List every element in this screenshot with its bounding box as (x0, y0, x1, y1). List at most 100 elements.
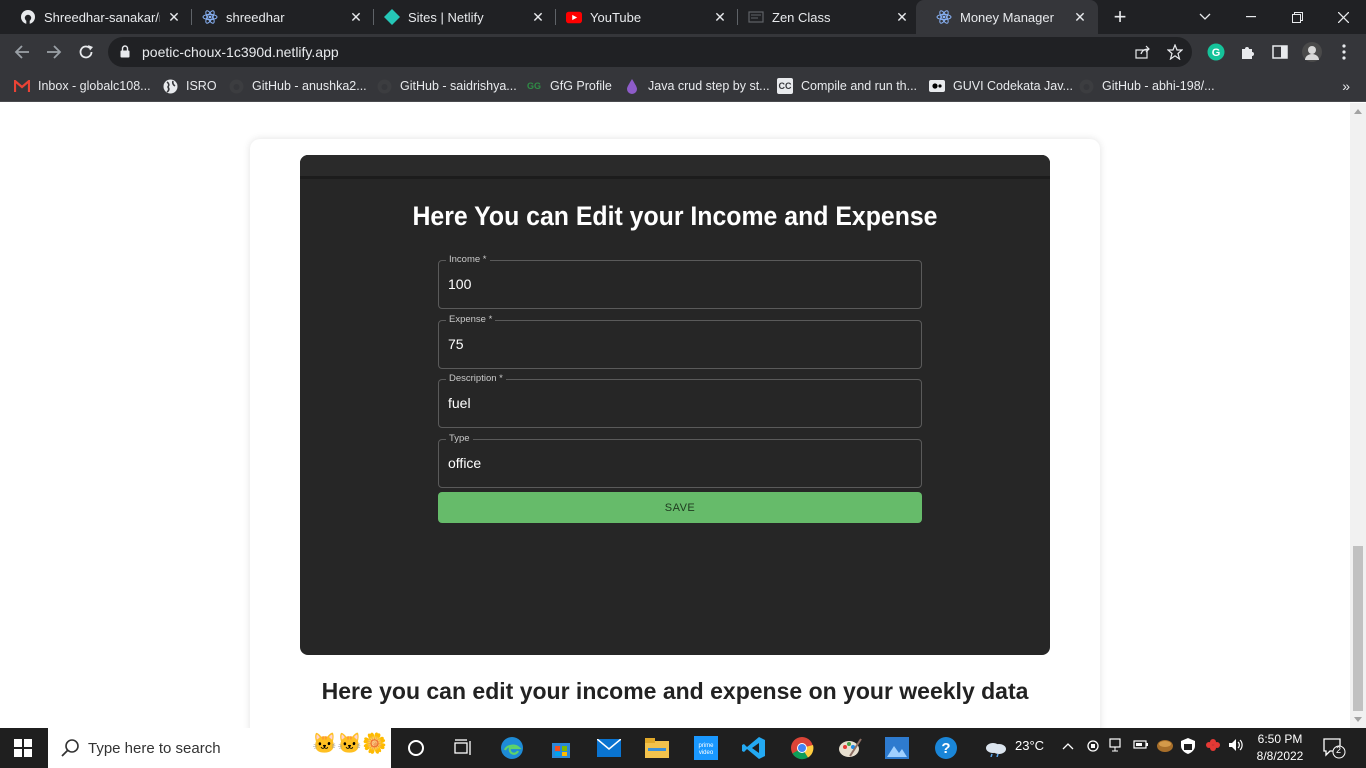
tab-shreedhar[interactable]: shreedhar ✕ (182, 0, 374, 34)
battery-icon[interactable] (1133, 738, 1149, 753)
extensions-puzzle-icon[interactable] (1238, 42, 1258, 62)
vscode-icon[interactable] (742, 736, 766, 760)
more-bookmarks-icon[interactable]: » (1342, 78, 1350, 94)
tray-chevron-icon[interactable] (1062, 738, 1074, 753)
back-arrow-icon[interactable] (8, 38, 36, 66)
description-field[interactable]: Description * (438, 373, 922, 428)
scrollbar-thumb[interactable] (1353, 546, 1363, 711)
file-explorer-icon[interactable] (645, 736, 669, 760)
side-panel-icon[interactable] (1270, 42, 1290, 62)
bookmark-java-crud[interactable]: Java crud step by st... (624, 77, 770, 95)
prime-video-icon[interactable]: prime video (694, 736, 718, 760)
task-view-icon[interactable] (452, 736, 476, 760)
antivirus-icon[interactable] (1205, 738, 1221, 755)
cc-icon: CC (777, 78, 793, 94)
windows-start-icon[interactable] (14, 739, 32, 757)
expense-label: Expense * (446, 314, 496, 326)
close-icon[interactable]: ✕ (166, 9, 182, 25)
bookmark-isro[interactable]: ISRO (162, 77, 217, 95)
github-icon (228, 78, 244, 94)
scroll-up-arrow-icon[interactable] (1354, 109, 1362, 114)
close-icon[interactable]: ✕ (1072, 9, 1088, 25)
type-input[interactable] (448, 455, 908, 471)
volume-icon[interactable] (1228, 738, 1244, 755)
svg-text:?: ? (941, 740, 950, 757)
bookmark-gfg-profile[interactable]: GG GfG Profile (526, 77, 612, 95)
bookmark-github-saidrishya[interactable]: GitHub - saidrishya... (376, 77, 517, 95)
footer-description: Here you can edit your income and expens… (321, 678, 1029, 704)
lock-icon[interactable] (120, 45, 130, 63)
tab-github-repo[interactable]: Shreedhar-sanakar/mo ✕ (0, 0, 192, 34)
address-bar[interactable]: poetic-choux-1c390d.netlify.app (108, 37, 1192, 67)
scroll-down-arrow-icon[interactable] (1354, 717, 1362, 722)
github-icon (376, 78, 392, 94)
security-shield-icon[interactable] (1181, 738, 1195, 757)
tab-title: Money Manager (960, 9, 1054, 25)
notification-count: 2 (1336, 745, 1342, 755)
paint-icon[interactable] (838, 736, 862, 760)
expense-input[interactable] (448, 336, 908, 352)
restore-icon[interactable] (1274, 0, 1320, 34)
temperature-text[interactable]: 23°C (1015, 738, 1044, 753)
taskbar-search-box[interactable]: Type here to search 🐱🐱🌼 (48, 728, 391, 768)
window-close-icon[interactable] (1320, 0, 1366, 34)
clock-time: 6:50 PM (1257, 732, 1303, 746)
microsoft-store-icon[interactable] (549, 736, 573, 760)
react-icon (202, 9, 218, 25)
edit-card: Here You can Edit your Income and Expens… (250, 139, 1100, 728)
network-icon[interactable] (1109, 738, 1125, 755)
new-tab-button[interactable]: + (1108, 4, 1132, 29)
page-scrollbar[interactable] (1350, 103, 1366, 728)
tab-netlify[interactable]: Sites | Netlify ✕ (364, 0, 556, 34)
mail-icon[interactable] (597, 736, 621, 760)
minimize-icon[interactable] (1228, 0, 1274, 34)
bookmark-inbox[interactable]: Inbox - globalc108... (14, 77, 151, 95)
tab-title: shreedhar (226, 9, 285, 25)
income-field[interactable]: Income * (438, 254, 922, 309)
photos-icon[interactable] (885, 736, 909, 760)
close-icon[interactable]: ✕ (712, 9, 728, 25)
bookmark-compile-run[interactable]: CC Compile and run th... (777, 77, 917, 95)
gfg-icon: GG (526, 81, 541, 91)
svg-text:prime: prime (698, 743, 714, 749)
svg-text:video: video (699, 750, 714, 756)
url-text[interactable]: poetic-choux-1c390d.netlify.app (142, 44, 339, 60)
forward-arrow-icon[interactable] (40, 38, 68, 66)
tab-title: Shreedhar-sanakar/mo (44, 9, 160, 25)
close-icon[interactable]: ✕ (894, 9, 910, 25)
type-field[interactable]: Type (438, 433, 922, 488)
kebab-menu-icon[interactable] (1334, 42, 1354, 62)
notifications-icon[interactable]: 2 (1322, 736, 1346, 760)
reload-icon[interactable] (72, 38, 100, 66)
tab-search-icon[interactable] (1182, 0, 1228, 34)
edge-icon[interactable] (500, 736, 524, 760)
income-input[interactable] (448, 276, 908, 292)
drop-icon (624, 78, 640, 94)
type-label: Type (446, 433, 473, 445)
description-input[interactable] (448, 395, 908, 411)
bookmark-github-anushka[interactable]: GitHub - anushka2... (228, 77, 367, 95)
grammarly-icon[interactable]: G (1206, 42, 1226, 62)
bookmark-guvi-codekata[interactable]: GUVI Codekata Jav... (929, 77, 1073, 95)
tab-youtube[interactable]: YouTube ✕ (546, 0, 738, 34)
tab-zen-class[interactable]: Zen Class ✕ (728, 0, 920, 34)
bookmark-star-icon[interactable] (1166, 43, 1184, 61)
address-toolbar: poetic-choux-1c390d.netlify.app G (0, 34, 1366, 70)
globe-icon (162, 78, 178, 94)
close-icon[interactable]: ✕ (530, 9, 546, 25)
meet-now-icon[interactable] (1086, 738, 1100, 757)
bookmark-github-abhi[interactable]: GitHub - abhi-198/... (1078, 77, 1215, 95)
expense-field[interactable]: Expense * (438, 314, 922, 369)
cortana-icon[interactable] (404, 736, 428, 760)
close-icon[interactable]: ✕ (348, 9, 364, 25)
weather-cloud-icon[interactable] (984, 736, 1008, 760)
profile-avatar[interactable] (1302, 42, 1322, 62)
share-icon[interactable] (1134, 43, 1152, 61)
react-icon (936, 9, 952, 25)
help-icon[interactable]: ? (934, 736, 958, 760)
tab-money-manager[interactable]: Money Manager ✕ (916, 0, 1098, 34)
app-tray-icon[interactable] (1157, 738, 1173, 755)
chrome-icon[interactable] (790, 736, 814, 760)
system-clock[interactable]: 6:50 PM 8/8/2022 (1250, 731, 1310, 765)
save-button[interactable]: SAVE (438, 492, 922, 523)
